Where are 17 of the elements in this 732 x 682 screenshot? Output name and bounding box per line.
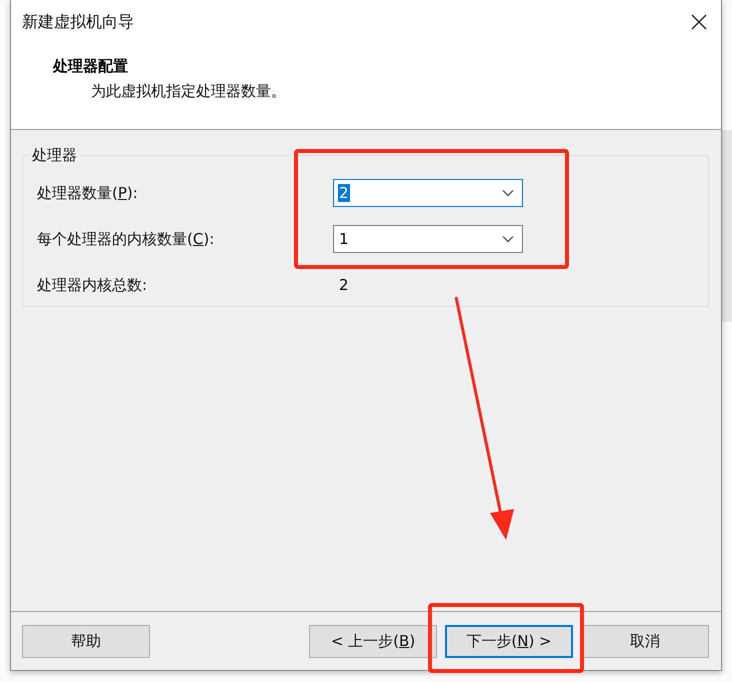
dropdown[interactable]: 1 bbox=[333, 225, 523, 253]
field-label: 每个处理器的内核数量(C): bbox=[37, 230, 216, 248]
group-title: 处理器 bbox=[30, 146, 79, 165]
dialog-button[interactable]: 下一步(N) > bbox=[445, 624, 573, 658]
dialog-button[interactable]: 帮助 bbox=[22, 624, 150, 658]
close-icon[interactable] bbox=[691, 14, 707, 30]
dialog-button[interactable]: < 上一步(B) bbox=[309, 624, 437, 658]
window-title: 新建虚拟机向导 bbox=[22, 12, 134, 32]
page-subtitle: 为此虚拟机指定处理器数量。 bbox=[91, 82, 287, 101]
dropdown[interactable]: 2 bbox=[333, 179, 523, 207]
field-label: 处理器数量(P): bbox=[37, 184, 139, 202]
field-label: 处理器内核总数: bbox=[37, 276, 148, 294]
caret-icon bbox=[502, 235, 514, 243]
caret-icon bbox=[502, 189, 514, 197]
page-title: 处理器配置 bbox=[53, 57, 129, 76]
dialog-button[interactable]: 取消 bbox=[581, 624, 709, 658]
total-value: 2 bbox=[338, 276, 349, 294]
